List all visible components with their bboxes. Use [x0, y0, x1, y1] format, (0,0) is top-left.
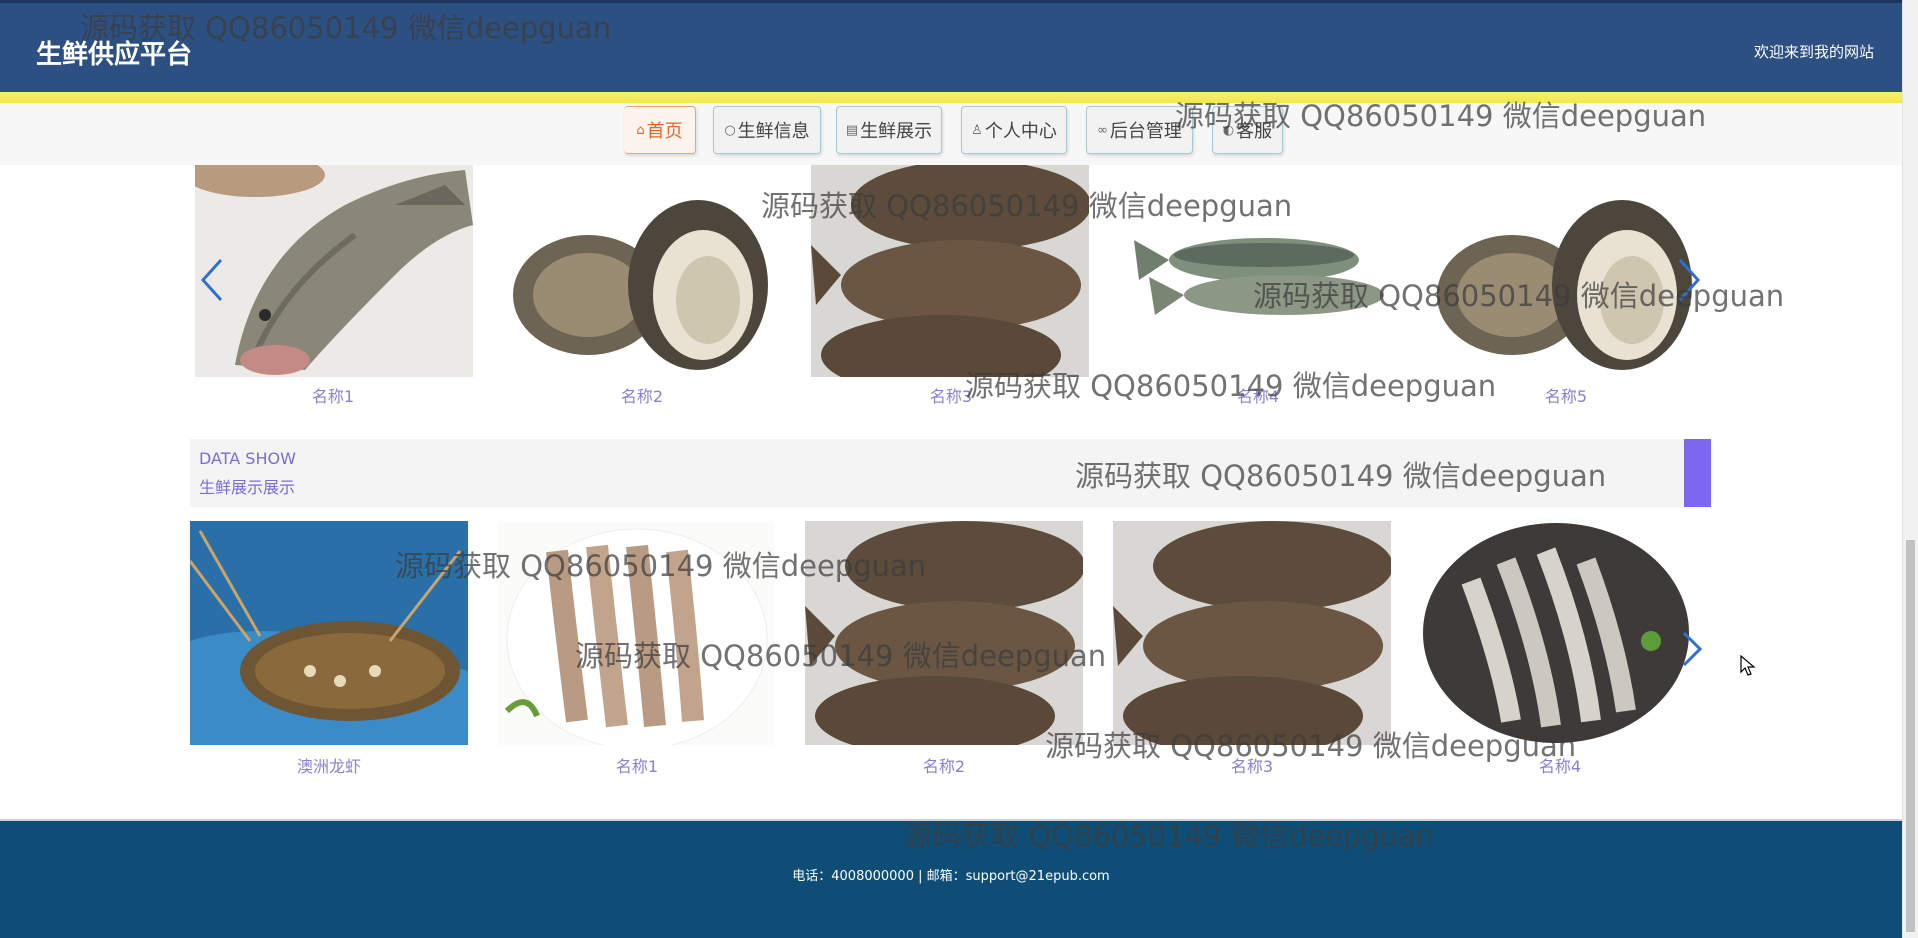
document-icon: ▤: [845, 122, 859, 138]
nav-user-center[interactable]: ♙ 个人中心: [961, 106, 1067, 154]
nav-customer-service-label: 客服: [1236, 121, 1273, 142]
header-accent-strip: [0, 92, 1902, 103]
site-title[interactable]: 生鲜供应平台: [36, 34, 192, 71]
carousel-image-oyster-2[interactable]: [1427, 165, 1705, 377]
scrollbar-thumb[interactable]: [1906, 540, 1915, 932]
nav-fresh-display-label: 生鲜展示: [860, 121, 933, 142]
nav-fresh-display[interactable]: ▤ 生鲜展示: [836, 106, 942, 154]
chat-icon: ◐: [1222, 122, 1235, 138]
section-title-zh: 生鲜展示展示: [199, 478, 296, 497]
nav-user-center-label: 个人中心: [984, 121, 1057, 142]
nav-home[interactable]: ⌂ 首页: [624, 106, 696, 154]
welcome-text: 欢迎来到我的网站: [1753, 43, 1874, 61]
section-header: DATA SHOW 生鲜展示展示: [190, 439, 1711, 507]
carousel-image-oyster[interactable]: [503, 165, 781, 377]
carousel-caption[interactable]: 名称1: [497, 753, 777, 777]
site-header: 生鲜供应平台 欢迎来到我的网站: [0, 0, 1902, 92]
carousel-next-arrow-icon[interactable]: [1680, 625, 1706, 673]
nav-admin-label: 后台管理: [1109, 121, 1182, 142]
carousel-caption[interactable]: 名称5: [1426, 383, 1706, 407]
nav-fresh-info[interactable]: ○ 生鲜信息: [713, 106, 821, 154]
carousel-caption[interactable]: 名称3: [811, 383, 1091, 407]
link-icon: ∞: [1097, 122, 1108, 138]
section-title-en: DATA SHOW: [199, 449, 296, 468]
carousel-image-shrimp-black-plate[interactable]: [1421, 521, 1699, 745]
carousel-caption[interactable]: 名称4: [1118, 383, 1398, 407]
carousel-caption[interactable]: 名称3: [1112, 753, 1392, 777]
nav-customer-service[interactable]: ◐ 客服: [1212, 106, 1283, 154]
carousel-image-shrimp-plate[interactable]: [497, 521, 775, 745]
carousel-image-flounder[interactable]: [811, 165, 1089, 377]
carousel-caption[interactable]: 名称2: [502, 383, 782, 407]
footer-contact: 电话：4008000000 | 邮箱：support@21epub.com: [792, 869, 1110, 884]
carousel-caption[interactable]: 名称4: [1420, 753, 1700, 777]
nav-fresh-info-label: 生鲜信息: [737, 121, 810, 142]
main-nav: ⌂ 首页 ○ 生鲜信息 ▤ 生鲜展示 ♙ 个人中心 ∞ 后台管理 ◐ 客服: [0, 103, 1902, 165]
nav-admin[interactable]: ∞ 后台管理: [1086, 106, 1193, 154]
carousel-next-arrow-icon[interactable]: [1676, 256, 1702, 304]
user-icon: ♙: [971, 122, 983, 138]
nav-home-label: 首页: [646, 121, 683, 142]
mouse-cursor-icon: [1740, 655, 1756, 676]
carousel-caption[interactable]: 澳洲龙虾: [189, 753, 469, 777]
carousel-image-lobster[interactable]: [190, 521, 468, 745]
circle-icon: ○: [724, 122, 736, 138]
carousel-prev-arrow-icon[interactable]: [199, 256, 225, 304]
carousel-image-flounder[interactable]: [805, 521, 1083, 745]
carousel-image-flounder-2[interactable]: [1113, 521, 1391, 745]
page-scrollbar[interactable]: [1902, 0, 1918, 938]
section-accent-bar: [1684, 439, 1711, 507]
home-icon: ⌂: [636, 122, 645, 138]
carousel-image-carp[interactable]: [1119, 165, 1397, 377]
site-footer: 电话：4008000000 | 邮箱：support@21epub.com: [0, 819, 1902, 938]
carousel-caption[interactable]: 名称2: [804, 753, 1084, 777]
carousel-caption[interactable]: 名称1: [193, 383, 473, 407]
carousel-image-grouper[interactable]: [195, 165, 473, 377]
